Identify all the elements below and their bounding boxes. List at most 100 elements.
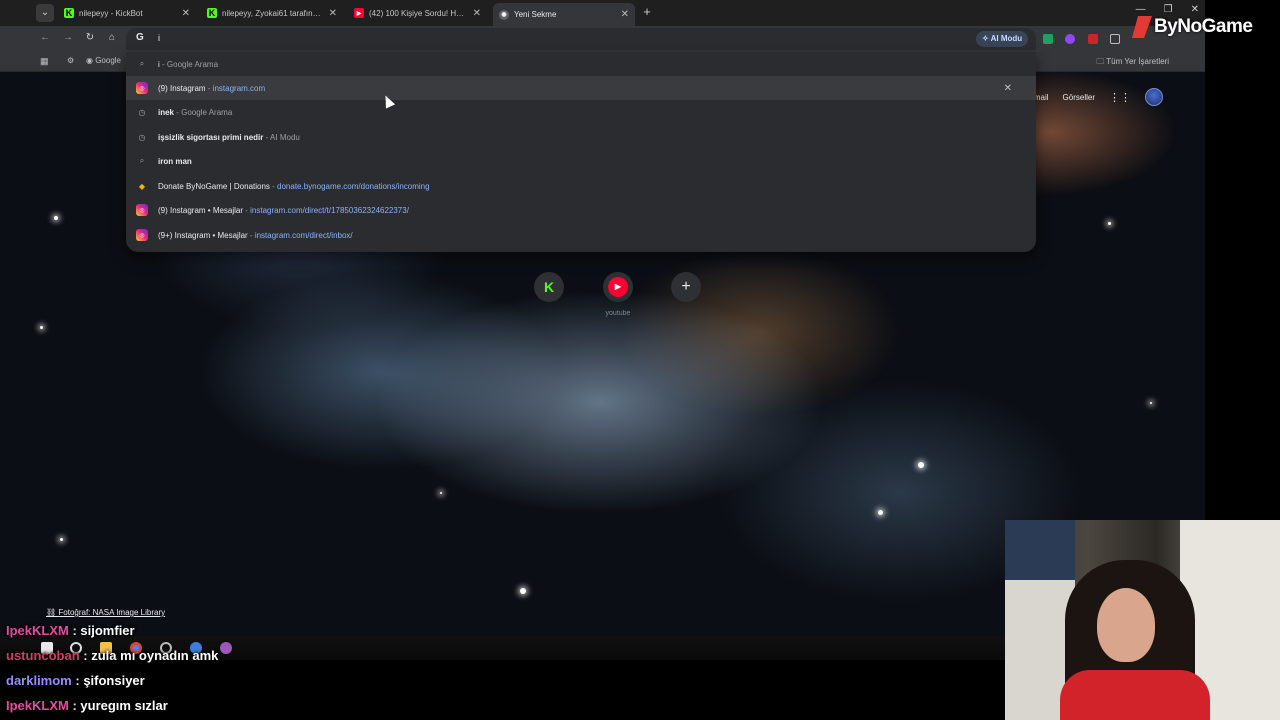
all-bookmarks-label: Tüm Yer İşaretleri xyxy=(1106,57,1169,66)
reload-icon[interactable]: ↻ xyxy=(83,31,97,45)
new-tab-button[interactable]: + xyxy=(640,4,654,20)
kick-icon: K xyxy=(207,8,217,18)
suggestion-text: iron man xyxy=(158,156,192,166)
suggestion-item[interactable]: ◎ (9+) Instagram • Mesajlar - instagram.… xyxy=(126,223,1036,247)
suggestion-text: inek xyxy=(158,107,175,117)
bookmark-google[interactable]: ◉ Google xyxy=(86,56,121,65)
suggestion-item[interactable]: ⌕ i - Google Arama xyxy=(126,52,1036,76)
puzzle-icon[interactable] xyxy=(1110,34,1120,44)
remove-suggestion-icon[interactable]: ✕ xyxy=(1004,83,1012,94)
bynogame-logo: ByNoGame xyxy=(1132,16,1253,38)
google-apps-icon[interactable]: ⋮⋮ xyxy=(1109,91,1131,104)
chat-message: IpekKLXM : sijomfier xyxy=(6,623,135,638)
chat-text: zula mı oynadın amk xyxy=(91,648,219,663)
suggestion-item[interactable]: ◷ inek - Google Arama xyxy=(126,100,1036,124)
suggestion-text: işsizlik sigortası primi nedir xyxy=(158,132,264,142)
search-icon: ⌕ xyxy=(139,59,145,68)
suggestion-item[interactable]: ◷ işsizlik sigortası primi nedir - AI Mo… xyxy=(126,125,1036,149)
tab-strip: ⌄ K nilepeyy - KickBot ✕ K nilepeyy, Zyo… xyxy=(0,0,1205,26)
star xyxy=(40,326,43,329)
close-icon[interactable]: ✕ xyxy=(329,8,337,19)
all-bookmarks[interactable]: 🗀 Tüm Yer İşaretleri xyxy=(1096,56,1169,70)
streamer-face xyxy=(1097,588,1155,662)
star xyxy=(440,492,442,494)
avatar[interactable] xyxy=(1145,88,1163,106)
extension-icon[interactable] xyxy=(1088,34,1098,44)
address-input[interactable]: i xyxy=(158,33,160,43)
suggestion-text: (9) Instagram • Mesajlar xyxy=(158,205,244,215)
add-shortcut-button[interactable]: + xyxy=(656,272,716,310)
close-icon[interactable]: ✕ xyxy=(182,8,190,19)
apps-grid-icon[interactable]: ▦ xyxy=(40,56,49,67)
tab-youtube[interactable]: ▶ (42) 100 Kişiye Sordu! Hangi ... ✕ xyxy=(348,3,487,23)
chat-text: yuregım sızlar xyxy=(80,698,168,713)
suggestion-text: (9+) Instagram • Mesajlar xyxy=(158,230,248,240)
youtube-icon: ▶ xyxy=(603,272,633,302)
star xyxy=(54,216,58,220)
suggestion-url: donate.bynogame.com/donations/incoming xyxy=(277,181,430,191)
suggestion-item[interactable]: ◎ (9) Instagram • Mesajlar - instagram.c… xyxy=(126,198,1036,222)
star xyxy=(878,510,883,515)
plus-icon: + xyxy=(671,272,701,302)
forward-icon[interactable]: → xyxy=(61,31,75,45)
address-bar[interactable]: G i xyxy=(126,28,1036,50)
webcam-feed xyxy=(1005,520,1280,720)
back-icon[interactable]: ← xyxy=(38,31,52,45)
tab-new-tab[interactable]: ◉ Yeni Sekme ✕ xyxy=(493,3,635,26)
bynogame-logo-icon xyxy=(1132,16,1152,38)
omnibox-dropdown: ⌕ i - Google Arama ◎ (9) Instagram - ins… xyxy=(126,52,1036,252)
tab-title: nilepeyy, Zyokai61 tarafından i... xyxy=(222,8,323,18)
images-link[interactable]: Görseller xyxy=(1063,93,1095,102)
tab-search-button[interactable]: ⌄ xyxy=(36,4,54,22)
instagram-icon: ◎ xyxy=(136,204,148,216)
suggestion-secondary: Google Arama xyxy=(166,59,219,69)
chat-username: ustuncoban xyxy=(6,648,80,663)
suggestion-separator: - xyxy=(247,230,255,240)
google-icon: G xyxy=(136,32,144,43)
close-icon[interactable]: ✕ xyxy=(473,8,481,19)
suggestion-item[interactable]: ◆ Donate ByNoGame | Donations - donate.b… xyxy=(126,174,1036,198)
history-icon: ◷ xyxy=(138,107,146,117)
suggestion-url: instagram.com xyxy=(212,83,266,93)
close-window-icon[interactable]: ✕ xyxy=(1191,4,1199,15)
suggestion-separator: - xyxy=(205,83,213,93)
star xyxy=(1108,222,1111,225)
star xyxy=(60,538,63,541)
suggestion-item[interactable]: ◎ (9) Instagram - instagram.com ✕ xyxy=(126,76,1036,100)
chat-message: IpekKLXM : yuregım sızlar xyxy=(6,698,168,713)
chrome-icon: ◉ xyxy=(499,9,509,20)
settings-icon[interactable]: ⚙ xyxy=(67,56,74,65)
shortcut-kick[interactable]: K xyxy=(519,272,579,310)
chat-text: sijomfier xyxy=(80,623,135,638)
restore-icon[interactable]: ❐ xyxy=(1164,4,1173,15)
chat-text: şifonsiyer xyxy=(83,673,145,688)
suggestion-item[interactable]: ⌕ iron man xyxy=(126,149,1036,173)
shortcut-label: youtube xyxy=(605,310,631,317)
tab-title: (42) 100 Kişiye Sordu! Hangi ... xyxy=(369,8,467,18)
suggestion-text: Donate ByNoGame | Donations xyxy=(158,181,270,191)
photo-credit-link[interactable]: ⛓ Fotoğraf: NASA Image Library xyxy=(46,608,165,617)
window-controls: — ❐ ✕ xyxy=(1136,4,1199,15)
shortcut-youtube[interactable]: ▶ youtube xyxy=(588,272,648,317)
app-icon[interactable] xyxy=(220,642,232,654)
home-icon[interactable]: ⌂ xyxy=(105,31,119,45)
ai-mode-button[interactable]: ✧ AI Modu xyxy=(976,31,1029,47)
bynogame-icon: ◆ xyxy=(138,181,146,191)
extension-icon[interactable] xyxy=(1065,34,1075,44)
extension-icon[interactable] xyxy=(1043,34,1053,44)
suggestion-url: instagram.com/direct/t/17850362324622373… xyxy=(250,205,409,215)
suggestion-separator: - xyxy=(159,59,167,69)
tab-kickbot[interactable]: K nilepeyy - KickBot ✕ xyxy=(58,3,196,23)
suggestion-url: instagram.com/direct/inbox/ xyxy=(254,230,353,240)
chat-username: darklimom xyxy=(6,673,72,688)
search-icon: ⌕ xyxy=(139,156,145,165)
instagram-icon: ◎ xyxy=(136,229,148,241)
tab-kick-clip[interactable]: K nilepeyy, Zyokai61 tarafından i... ✕ xyxy=(201,3,343,23)
ntp-top-links: Gmail Görseller ⋮⋮ xyxy=(1028,88,1163,106)
star xyxy=(1150,402,1152,404)
minimize-icon[interactable]: — xyxy=(1136,4,1146,15)
close-icon[interactable]: ✕ xyxy=(621,9,629,20)
star xyxy=(520,588,526,594)
photo-credit-text: Fotoğraf: NASA Image Library xyxy=(58,608,166,617)
chat-message: darklimom : şifonsiyer xyxy=(6,673,145,688)
